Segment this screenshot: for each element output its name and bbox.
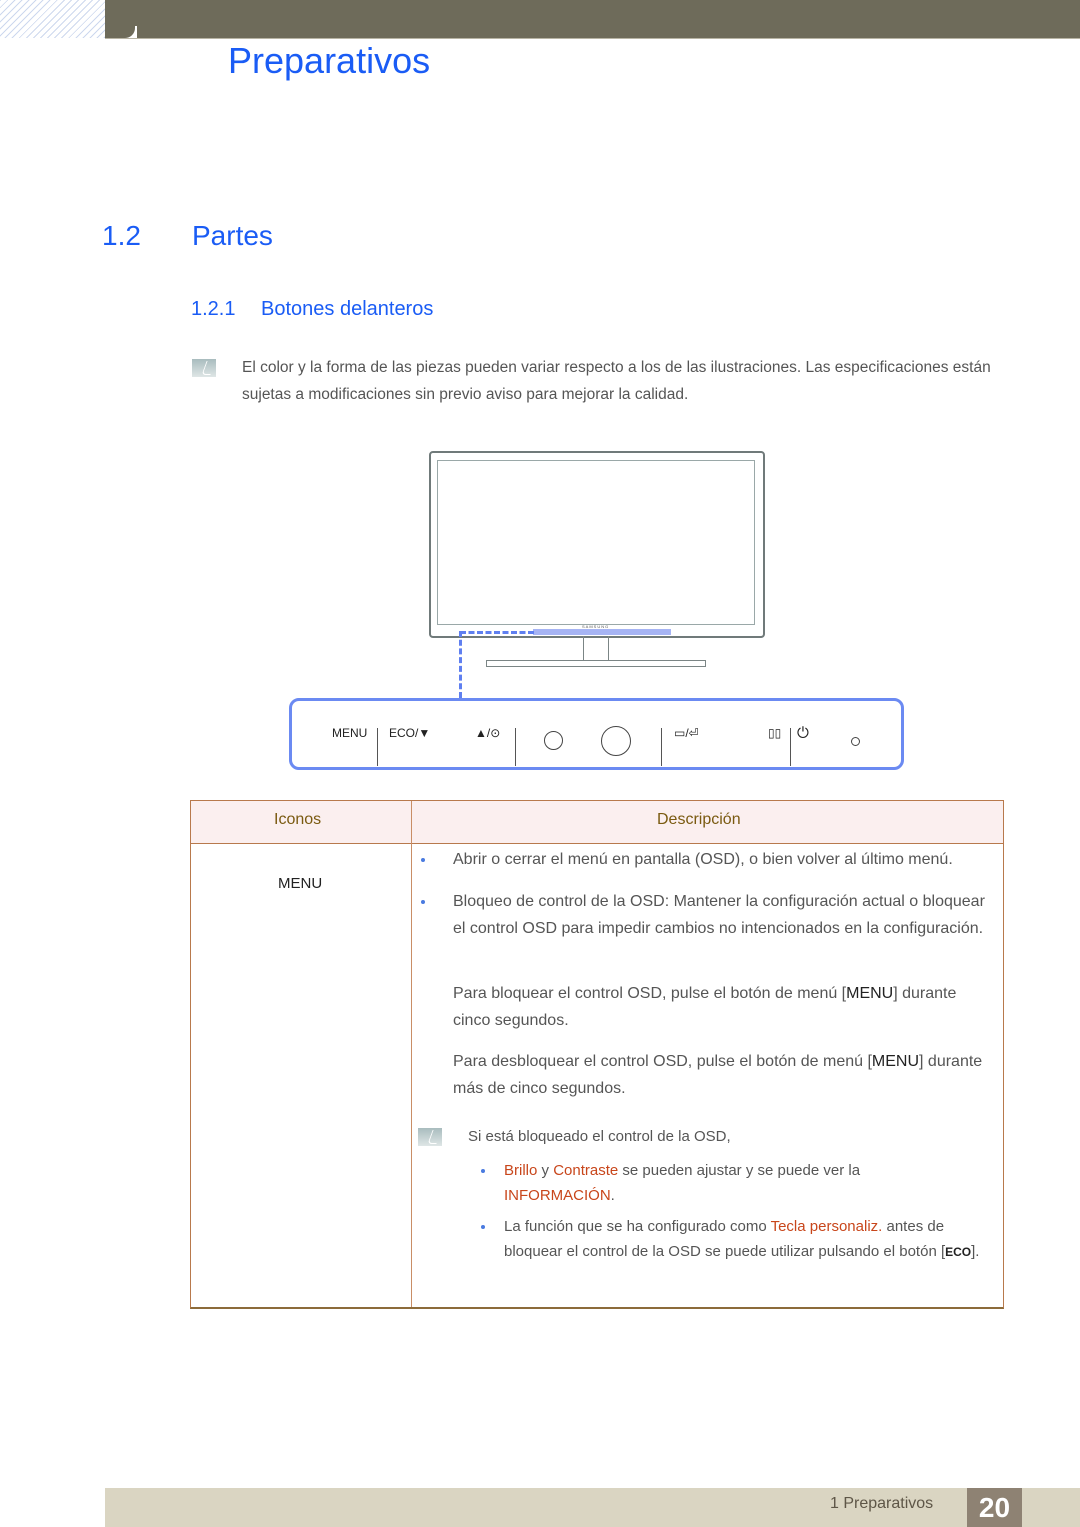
informacion-term: INFORMACIÓN (504, 1187, 611, 1204)
lock-instruction: Para bloquear el control OSD, pulse el b… (453, 980, 983, 1034)
column-divider (411, 801, 412, 1307)
menu-key-label: MENU (846, 985, 894, 1002)
lock-text-prefix: Para bloquear el control OSD, pulse el b… (453, 985, 847, 1002)
subnote-intro: Si está bloqueado el control de la OSD, (468, 1128, 731, 1145)
panel-auto-enter-label: ▭/⏎ (674, 726, 699, 740)
monitor-screen (437, 460, 755, 625)
monitor-stand-neck (583, 636, 609, 660)
subnote-item-custom-key: La función que se ha configurado como Te… (504, 1214, 994, 1265)
panel-pip-label: ▯▯ (768, 726, 782, 740)
bullet-icon (481, 1225, 485, 1229)
bullet-icon (421, 900, 425, 904)
table-header: Iconos Descripción (191, 801, 1003, 844)
menu-key-label: MENU (871, 1053, 920, 1070)
panel-up-source-label: ▲/⊙ (475, 726, 501, 740)
menu-icon-label: MENU (278, 875, 323, 892)
text-fragment: . (610, 1187, 615, 1204)
section-number: 1.2 (102, 220, 141, 251)
text-fragment: se pueden ajustar y se puede ver la (618, 1162, 861, 1179)
header-descripcion: Descripción (657, 811, 741, 828)
panel-divider (377, 728, 378, 766)
note-text: El color y la forma de las piezas pueden… (242, 359, 991, 403)
header-hatch-decoration (0, 0, 105, 38)
unlock-text-prefix: Para desbloquear el control OSD, pulse e… (453, 1053, 872, 1070)
note-pencil-icon (418, 1128, 442, 1146)
callout-line-horizontal (460, 631, 534, 634)
eco-key-label: ECO (945, 1245, 972, 1259)
description-item: Bloqueo de control de la OSD: Mantener l… (453, 893, 985, 937)
brand-logo: SAMSUNG (582, 624, 610, 629)
bullet-icon (481, 1169, 485, 1173)
footer-bar (105, 1488, 1080, 1527)
bullet-icon (421, 858, 425, 862)
subsection-number: 1.2.1 (191, 298, 236, 320)
note-pencil-icon (192, 359, 216, 377)
panel-divider (661, 728, 662, 766)
chapter-title: Preparativos (228, 40, 431, 81)
callout-line-vertical (459, 631, 462, 698)
text-fragment: La función que se ha configurado como (504, 1218, 771, 1235)
subnote-item-brightness: Brillo y Contraste se pueden ajustar y s… (504, 1158, 964, 1208)
footer-chapter: 1 Preparativos (830, 1495, 934, 1512)
button-panel-callout (289, 698, 904, 770)
header-bar (105, 0, 1080, 39)
tecla-personaliz-term: Tecla personaliz. (770, 1218, 883, 1235)
header-iconos: Iconos (274, 811, 322, 828)
panel-small-circle-button-icon (544, 731, 563, 750)
power-icon: ⏻ (797, 724, 809, 742)
panel-divider (790, 728, 791, 766)
power-led-icon (851, 737, 860, 746)
unlock-instruction: Para desbloquear el control OSD, pulse e… (453, 1048, 983, 1102)
text-fragment: y (537, 1162, 554, 1179)
button-area-highlight (533, 629, 671, 635)
page-number: 20 (967, 1488, 1022, 1527)
panel-eco-down-label: ECO/▼ (389, 726, 431, 740)
panel-divider (515, 728, 516, 766)
subsection-title: Botones delanteros (261, 298, 434, 320)
monitor-stand-base (486, 660, 706, 667)
contraste-term: Contraste (553, 1162, 619, 1179)
panel-menu-label: MENU (332, 726, 368, 740)
text-fragment: ]. (971, 1243, 980, 1260)
brillo-term: Brillo (504, 1162, 538, 1179)
description-item: Abrir o cerrar el menú en pantalla (OSD)… (453, 851, 953, 868)
section-title: Partes (192, 220, 273, 251)
panel-large-circle-button-icon (601, 726, 631, 756)
header-notch-corner (105, 26, 135, 38)
